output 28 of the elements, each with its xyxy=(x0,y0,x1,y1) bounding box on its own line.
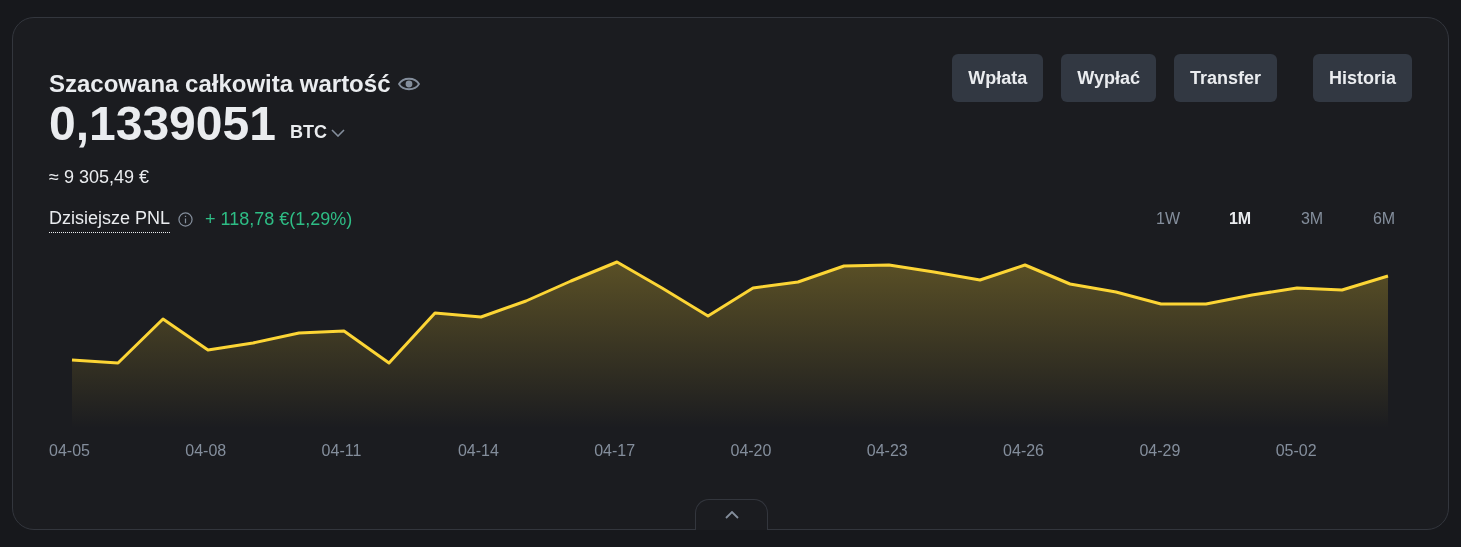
info-icon[interactable] xyxy=(178,211,194,227)
eye-icon[interactable] xyxy=(398,76,421,92)
axis-label: 04-11 xyxy=(321,442,362,459)
pnl-value: + 118,78 €(1,29%) xyxy=(205,207,353,231)
pnl-label[interactable]: Dzisiejsze PNL xyxy=(49,205,171,233)
period-tab[interactable]: 1W xyxy=(1142,207,1194,231)
card-title: Szacowana całkowita wartość xyxy=(49,69,391,99)
chevron-down-icon xyxy=(330,128,345,137)
axis-label: 04-20 xyxy=(730,442,772,459)
balance-amount: 0,1339051 xyxy=(49,100,276,148)
converted-value: ≈ 9 305,49 € xyxy=(49,166,150,189)
period-tab[interactable]: 3M xyxy=(1286,207,1338,231)
action-button[interactable]: Historia xyxy=(1312,54,1412,102)
axis-label: 04-26 xyxy=(1003,442,1044,459)
axis-label: 04-23 xyxy=(866,442,908,459)
chevron-up-icon xyxy=(724,511,739,519)
action-button[interactable]: Transfer xyxy=(1173,54,1277,102)
axis-label: 04-08 xyxy=(185,442,227,459)
period-tab[interactable]: 1M xyxy=(1214,207,1266,231)
action-button[interactable]: Wypłać xyxy=(1061,54,1156,102)
action-button[interactable]: Wpłata xyxy=(952,54,1044,102)
axis-label: 04-29 xyxy=(1139,442,1181,459)
axis-label: 04-05 xyxy=(49,442,90,459)
period-tab[interactable]: 6M xyxy=(1358,207,1410,231)
axis-label: 04-17 xyxy=(594,442,636,459)
axis-label: 05-02 xyxy=(1275,442,1317,459)
axis-label: 04-14 xyxy=(457,442,499,459)
currency-selector[interactable]: BTC xyxy=(289,119,345,146)
